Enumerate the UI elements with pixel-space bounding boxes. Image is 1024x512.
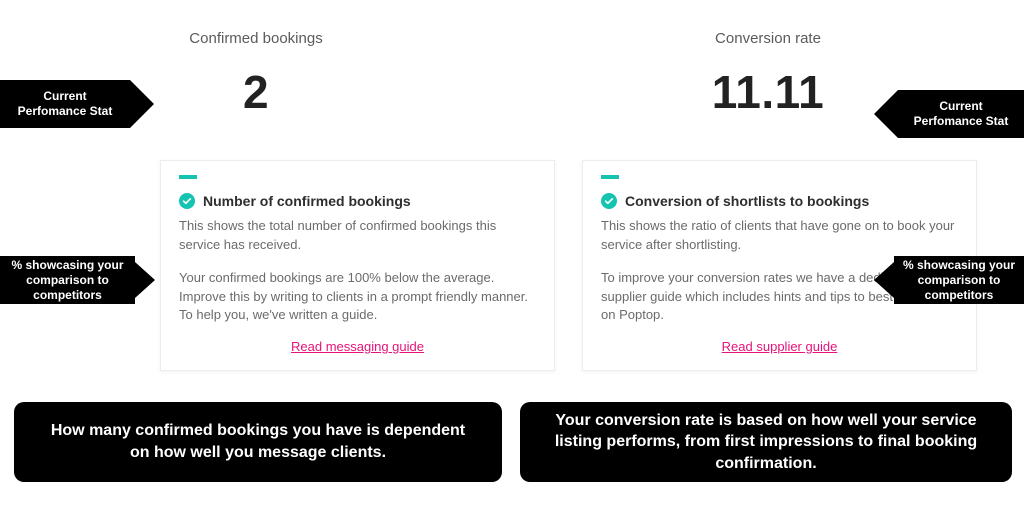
card-paragraph: Your confirmed bookings are 100% below t… — [179, 269, 536, 326]
annotation-text: Current Perfomance Stat — [0, 83, 130, 125]
annotation-arrow: % showcasing your comparison to competit… — [894, 256, 1024, 304]
read-supplier-guide-link[interactable]: Read supplier guide — [601, 339, 958, 354]
check-icon — [179, 193, 195, 209]
caption-text: Your conversion rate is based on how wel… — [546, 410, 986, 475]
card-body: This shows the total number of confirmed… — [179, 217, 536, 325]
card-heading-row: Conversion of shortlists to bookings — [601, 193, 958, 209]
accent-bar — [601, 175, 619, 179]
annotation-text: Current Perfomance Stat — [898, 93, 1024, 135]
caption-bar: Your conversion rate is based on how wel… — [520, 402, 1012, 482]
caption-bar: How many confirmed bookings you have is … — [14, 402, 502, 482]
card-paragraph: This shows the ratio of clients that hav… — [601, 217, 958, 255]
accent-bar — [179, 175, 197, 179]
card-paragraph: This shows the total number of confirmed… — [179, 217, 536, 255]
read-messaging-guide-link[interactable]: Read messaging guide — [179, 339, 536, 354]
card-heading: Conversion of shortlists to bookings — [625, 193, 869, 209]
stat-title: Conversion rate — [512, 30, 1024, 47]
card-heading: Number of confirmed bookings — [203, 193, 411, 209]
stage: Confirmed bookings 2 Number of confirmed… — [0, 0, 1024, 512]
check-icon — [601, 193, 617, 209]
annotation-text: % showcasing your comparison to competit… — [894, 252, 1024, 309]
annotation-arrow: Current Perfomance Stat — [0, 80, 130, 128]
stat-title: Confirmed bookings — [0, 30, 512, 47]
card-heading-row: Number of confirmed bookings — [179, 193, 536, 209]
annotation-text: % showcasing your comparison to competit… — [0, 252, 135, 309]
caption-text: How many confirmed bookings you have is … — [40, 420, 476, 463]
info-card-bookings: Number of confirmed bookings This shows … — [160, 160, 555, 371]
annotation-arrow: Current Perfomance Stat — [898, 90, 1024, 138]
annotation-arrow: % showcasing your comparison to competit… — [0, 256, 135, 304]
